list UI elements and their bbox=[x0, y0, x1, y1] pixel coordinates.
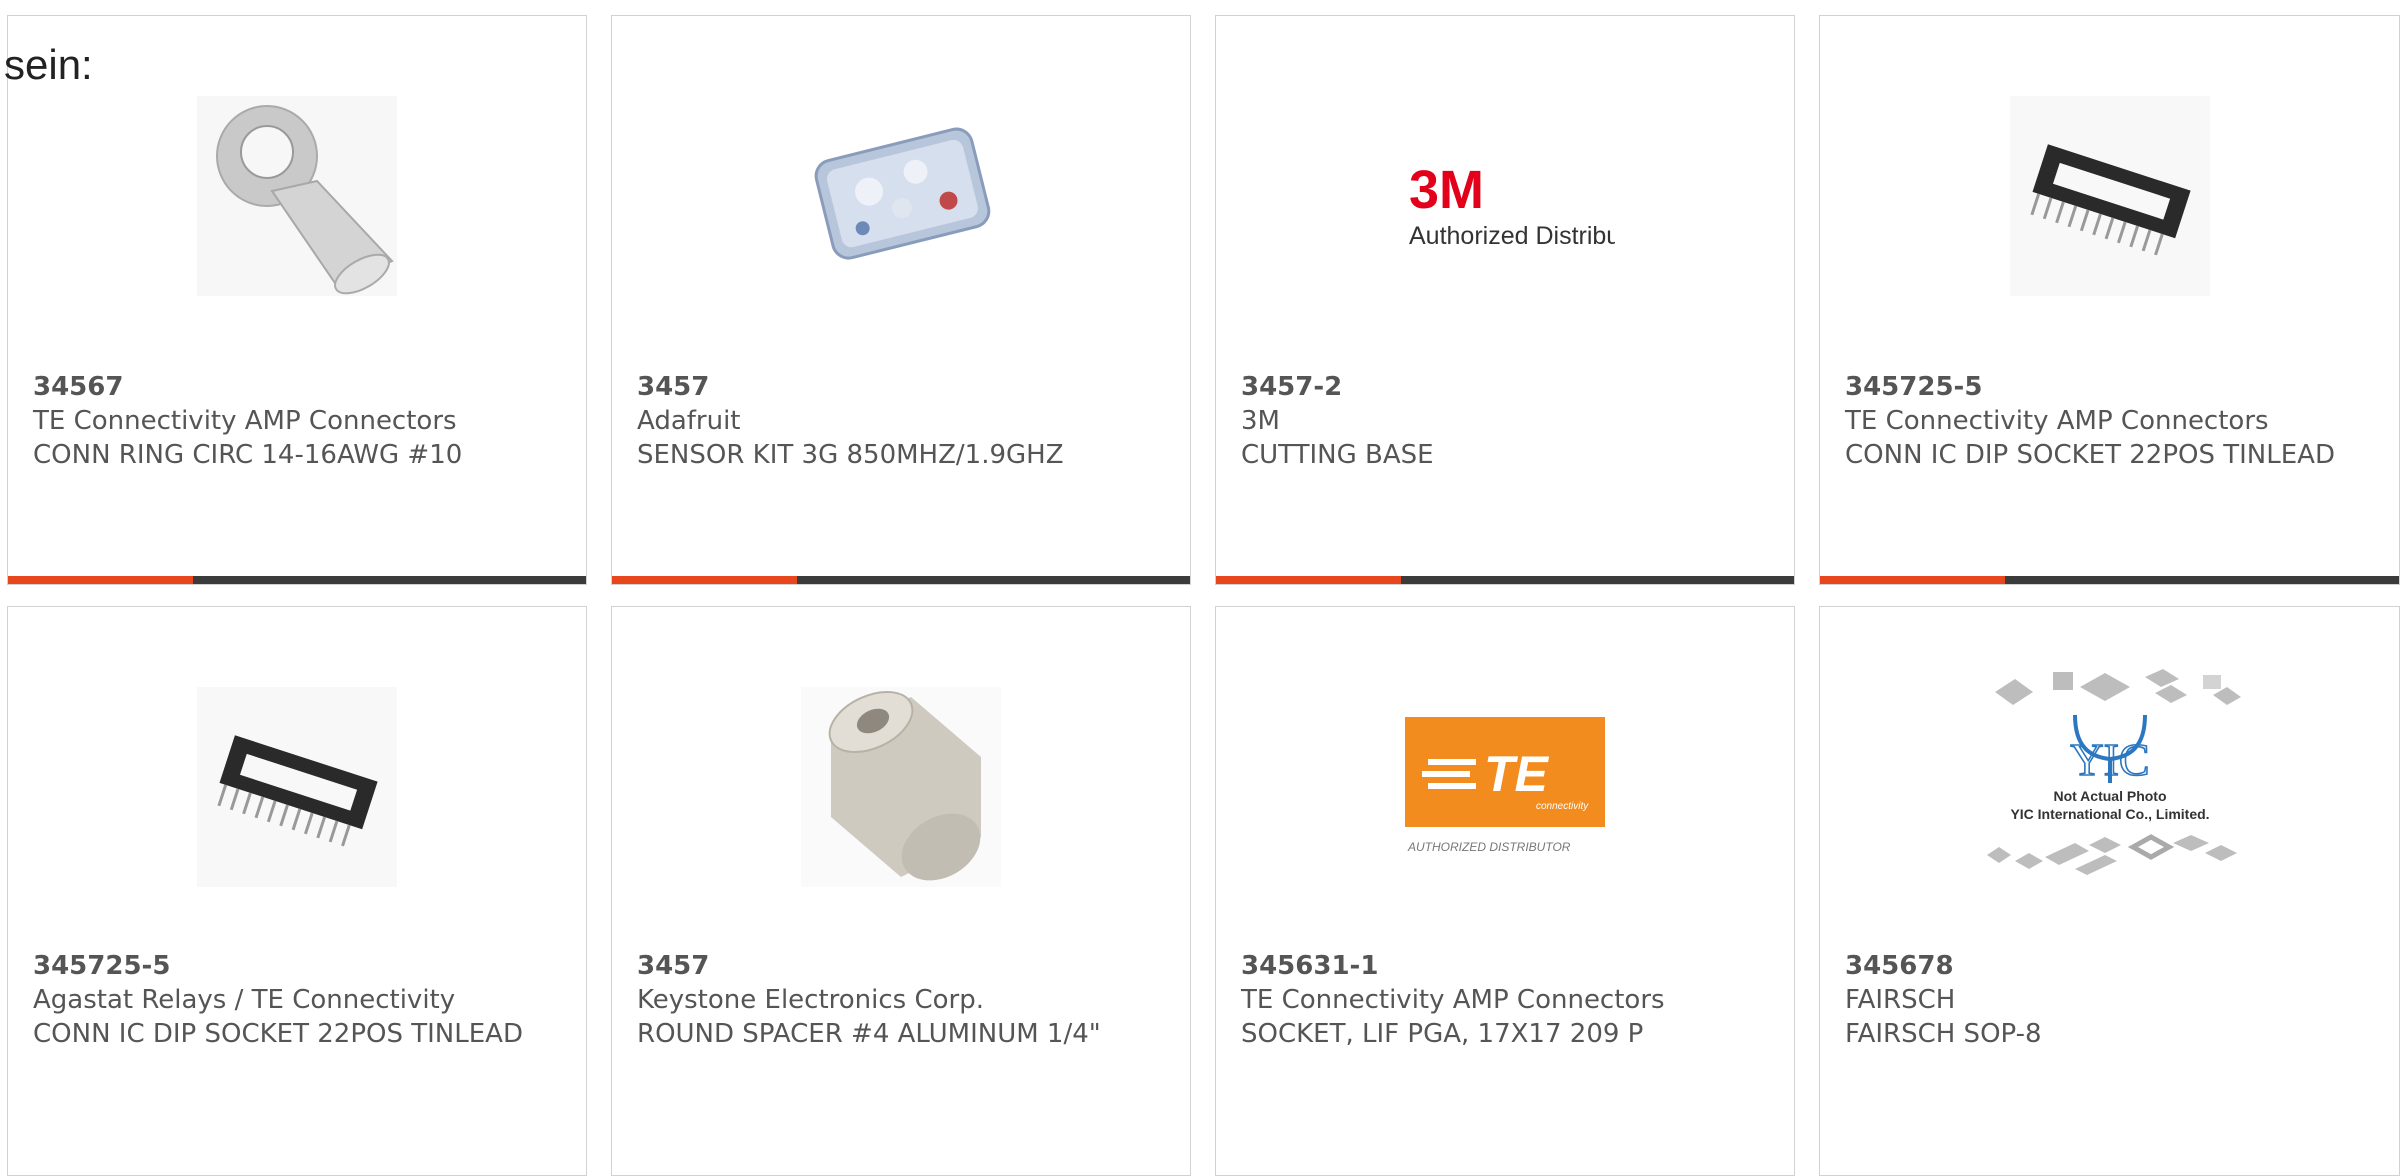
card-accent-bar bbox=[8, 576, 193, 584]
dip-socket-icon bbox=[2009, 96, 2210, 296]
product-card[interactable]: 3457 Keystone Electronics Corp. ROUND SP… bbox=[611, 606, 1191, 1176]
manufacturer: TE Connectivity AMP Connectors bbox=[33, 406, 457, 436]
description: FAIRSCH SOP-8 bbox=[1845, 1019, 2042, 1049]
product-image: YIC Not Actual Photo YIC International C… bbox=[1820, 647, 2399, 897]
product-image bbox=[1820, 86, 2399, 306]
card-accent-bar bbox=[612, 576, 797, 584]
product-info: 3457 Keystone Electronics Corp. ROUND SP… bbox=[637, 949, 1157, 1051]
ring-terminal-icon bbox=[197, 96, 397, 296]
product-image bbox=[8, 677, 586, 897]
manufacturer: TE Connectivity AMP Connectors bbox=[1845, 406, 2269, 436]
card-accent-bar bbox=[1216, 576, 1401, 584]
product-card[interactable]: 3457 Adafruit SENSOR KIT 3G 850MHZ/1.9GH… bbox=[611, 15, 1191, 585]
product-image: TE connectivity AUTHORIZED DISTRIBUTOR bbox=[1216, 677, 1794, 897]
manufacturer: Adafruit bbox=[637, 406, 741, 436]
te-logo-text: TE bbox=[1484, 746, 1550, 802]
product-card[interactable]: 34567 TE Connectivity AMP Connectors CON… bbox=[7, 15, 587, 585]
page-prefix-text: sein: bbox=[4, 41, 93, 88]
dip-socket-icon bbox=[197, 687, 397, 887]
part-number[interactable]: 345725-5 bbox=[33, 949, 553, 983]
product-image bbox=[612, 677, 1190, 897]
sensor-kit-box-icon bbox=[801, 96, 1001, 296]
card-accent-bar bbox=[1820, 576, 2006, 584]
product-info: 3457-2 3M CUTTING BASE bbox=[1241, 370, 1761, 472]
3m-logo: 3M Authorized Distributor bbox=[1409, 160, 1615, 250]
description: CONN IC DIP SOCKET 22POS TINLEAD bbox=[33, 1019, 523, 1049]
part-number[interactable]: 345678 bbox=[1845, 949, 2365, 983]
product-image: 3M Authorized Distributor bbox=[1216, 86, 1794, 306]
card-bottom-bar bbox=[1216, 576, 1794, 584]
manufacturer: FAIRSCH bbox=[1845, 985, 1956, 1015]
part-number[interactable]: 3457-2 bbox=[1241, 370, 1761, 404]
product-info: 345725-5 TE Connectivity AMP Connectors … bbox=[1845, 370, 2365, 472]
manufacturer: TE Connectivity AMP Connectors bbox=[1241, 985, 1665, 1015]
description: ROUND SPACER #4 ALUMINUM 1/4" bbox=[637, 1019, 1101, 1049]
product-card[interactable]: 3M Authorized Distributor 3457-2 3M CUTT… bbox=[1215, 15, 1795, 585]
product-card[interactable]: TE connectivity AUTHORIZED DISTRIBUTOR 3… bbox=[1215, 606, 1795, 1176]
te-logo-subtext: connectivity bbox=[1536, 801, 1589, 812]
product-info: 345631-1 TE Connectivity AMP Connectors … bbox=[1241, 949, 1761, 1051]
description: CONN RING CIRC 14-16AWG #10 bbox=[33, 440, 463, 470]
product-info: 345725-5 Agastat Relays / TE Connectivit… bbox=[33, 949, 553, 1051]
yic-placeholder-image: YIC Not Actual Photo YIC International C… bbox=[1986, 669, 2241, 875]
round-spacer-icon bbox=[801, 687, 1001, 887]
description: CONN IC DIP SOCKET 22POS TINLEAD bbox=[1845, 440, 2335, 470]
product-card[interactable]: 345725-5 Agastat Relays / TE Connectivit… bbox=[7, 606, 587, 1176]
description: CUTTING BASE bbox=[1241, 440, 1434, 470]
manufacturer: 3M bbox=[1241, 406, 1280, 436]
part-number[interactable]: 345631-1 bbox=[1241, 949, 1761, 983]
product-image bbox=[8, 86, 586, 306]
card-bottom-bar bbox=[612, 576, 1190, 584]
product-grid: 34567 TE Connectivity AMP Connectors CON… bbox=[0, 0, 2400, 1176]
description: SENSOR KIT 3G 850MHZ/1.9GHZ bbox=[637, 440, 1064, 470]
part-number[interactable]: 3457 bbox=[637, 949, 1157, 983]
card-bottom-bar bbox=[8, 576, 586, 584]
card-bottom-bar bbox=[1820, 576, 2399, 584]
yic-logo-text: YIC bbox=[2070, 734, 2149, 785]
yic-caption: Not Actual Photo bbox=[2053, 788, 2166, 804]
product-info: 3457 Adafruit SENSOR KIT 3G 850MHZ/1.9GH… bbox=[637, 370, 1157, 472]
te-logo: TE connectivity AUTHORIZED DISTRIBUTOR bbox=[1405, 717, 1605, 854]
manufacturer: Agastat Relays / TE Connectivity bbox=[33, 985, 456, 1015]
part-number[interactable]: 345725-5 bbox=[1845, 370, 2365, 404]
3m-logo-subtext: Authorized Distributor bbox=[1409, 222, 1615, 250]
3m-logo-text: 3M bbox=[1409, 160, 1484, 220]
yic-caption-company: YIC International Co., Limited. bbox=[2010, 806, 2209, 822]
product-card[interactable]: YIC Not Actual Photo YIC International C… bbox=[1819, 606, 2400, 1176]
description: SOCKET, LIF PGA, 17X17 209 P bbox=[1241, 1019, 1644, 1049]
product-card[interactable]: 345725-5 TE Connectivity AMP Connectors … bbox=[1819, 15, 2400, 585]
te-logo-caption: AUTHORIZED DISTRIBUTOR bbox=[1407, 840, 1571, 854]
product-image bbox=[612, 86, 1190, 306]
manufacturer: Keystone Electronics Corp. bbox=[637, 985, 985, 1015]
product-info: 345678 FAIRSCH FAIRSCH SOP-8 bbox=[1845, 949, 2365, 1051]
part-number[interactable]: 34567 bbox=[33, 370, 553, 404]
part-number[interactable]: 3457 bbox=[637, 370, 1157, 404]
product-info: 34567 TE Connectivity AMP Connectors CON… bbox=[33, 370, 553, 472]
